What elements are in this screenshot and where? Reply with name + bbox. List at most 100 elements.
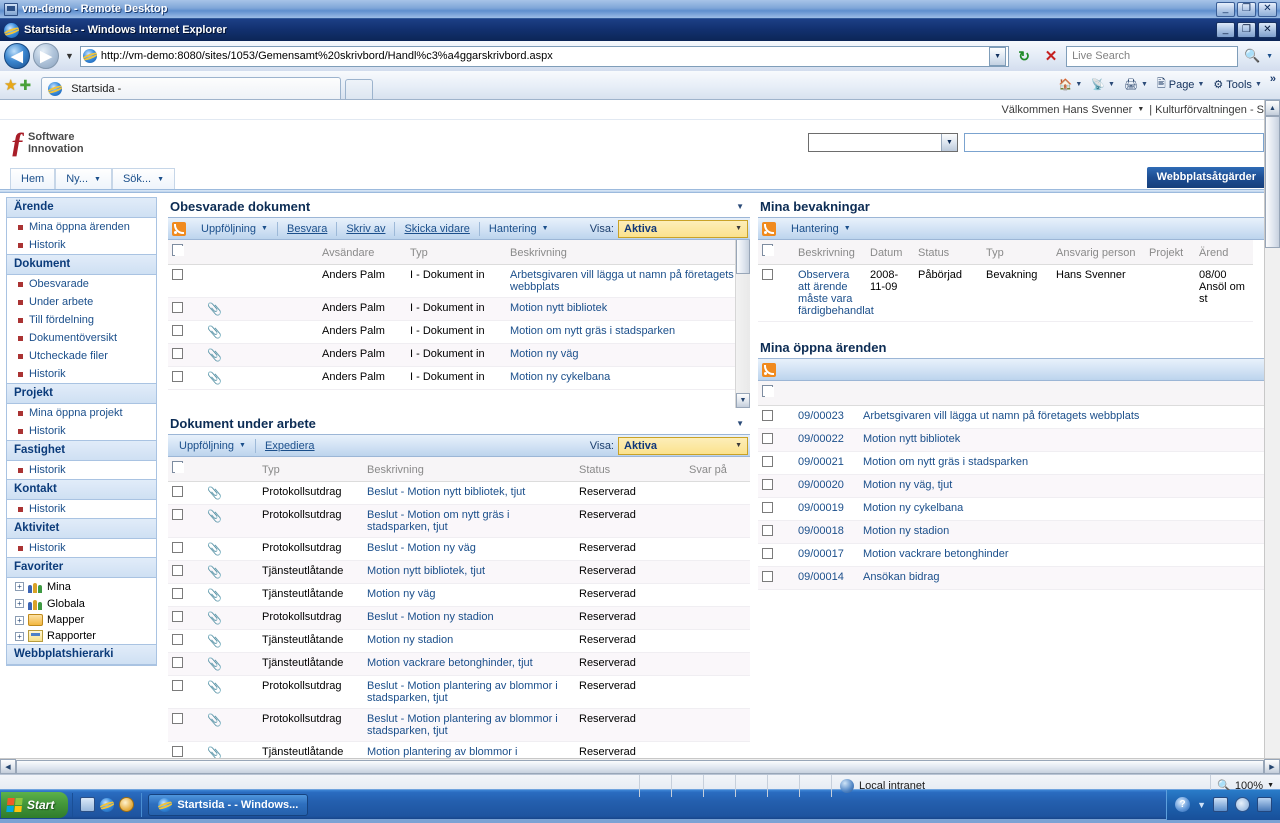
row-checkbox-cell[interactable] [168, 366, 203, 390]
chevron-down-icon[interactable]: ▼ [1075, 81, 1082, 88]
row-checkbox-cell[interactable] [758, 520, 794, 544]
favorites-star-icon[interactable]: ★ [4, 76, 17, 94]
sidebar-item-dokumentoversikt[interactable]: Dokumentöversikt [7, 329, 156, 347]
row-description-link[interactable]: Beslut - Motion om nytt gräs i stadspark… [367, 509, 509, 533]
rdp-restore-button[interactable]: ❐ [1237, 1, 1256, 17]
row-checkbox-cell[interactable] [168, 481, 203, 505]
table-row[interactable]: 📎 Anders Palm I - Dokument in Motion om … [168, 320, 743, 344]
row-description-link[interactable]: Motion ny väg, tjut [863, 479, 952, 491]
row-description-link[interactable]: Beslut - Motion ny väg [367, 542, 476, 554]
sidebar-item-label[interactable]: Till fördelning [29, 314, 94, 326]
rss-icon[interactable] [172, 221, 186, 236]
refresh-button[interactable]: ↻ [1012, 45, 1036, 67]
tools-menu-button[interactable]: ⚙ Tools ▼ [1209, 76, 1266, 93]
row-checkbox[interactable] [762, 456, 773, 467]
chevron-down-icon[interactable]: ▼ [239, 442, 246, 449]
search-icon[interactable]: 🔍 [1241, 45, 1263, 67]
nav-tab-ny[interactable]: Ny... ▼ [55, 168, 112, 189]
row-checkbox-cell[interactable] [168, 708, 203, 742]
add-favorite-icon[interactable]: ✚ [19, 77, 31, 94]
toolbar-hantering-menu[interactable]: Hantering ▼ [782, 219, 860, 239]
row-checkbox[interactable] [172, 542, 183, 553]
row-checkbox[interactable] [172, 634, 183, 645]
sidebar-item-mina-oppna-projekt[interactable]: Mina öppna projekt [7, 404, 156, 422]
row-checkbox[interactable] [172, 371, 183, 382]
row-checkbox[interactable] [762, 269, 773, 280]
row-checkbox-cell[interactable] [168, 741, 203, 758]
sidebar-item-label[interactable]: Utcheckade filer [29, 350, 108, 362]
chevron-down-icon[interactable]: ▼ [941, 134, 957, 151]
sidebar-item-mina-oppna-arenden[interactable]: Mina öppna ärenden [7, 218, 156, 236]
back-button[interactable]: ◀ [4, 43, 30, 69]
row-checkbox[interactable] [172, 588, 183, 599]
address-dropdown-icon[interactable]: ▼ [989, 46, 1007, 66]
welcome-user-label[interactable]: Välkommen Hans Svenner [1001, 104, 1132, 116]
table-row[interactable]: 📎 Protokollsutdrag Beslut - Motion planter… [168, 675, 750, 709]
expand-icon[interactable]: + [15, 582, 24, 591]
sidebar-item-dokument-historik[interactable]: Historik [7, 365, 156, 383]
row-description-link[interactable]: Motion ny väg [367, 588, 435, 600]
row-description-link[interactable]: Motion vackrare betonghinder, tjut [367, 657, 533, 669]
select-all-icon[interactable] [762, 385, 775, 397]
table-row[interactable]: 📎 Protokollsutdrag Beslut - Motion planter… [168, 708, 750, 742]
search-provider-caret-icon[interactable]: ▼ [1266, 53, 1276, 60]
row-checkbox[interactable] [762, 548, 773, 559]
taskbar-task-button[interactable]: Startsida - - Windows... [148, 793, 309, 816]
column-header-datum[interactable]: Datum [866, 240, 914, 265]
visa-select[interactable]: Aktiva ▼ [618, 436, 748, 455]
chevron-down-icon[interactable]: ▼ [94, 176, 101, 183]
row-case-id-link[interactable]: 09/00018 [798, 525, 844, 537]
row-checkbox[interactable] [762, 433, 773, 444]
table-row[interactable]: 09/00021 Motion om nytt gräs i stadsparke… [758, 451, 1280, 475]
row-description-link[interactable]: Observera att ärende måste vara färdigbe… [798, 269, 874, 317]
sidebar-item-label[interactable]: Historik [29, 464, 66, 476]
sidebar-item-utcheckade-filer[interactable]: Utcheckade filer [7, 347, 156, 365]
browser-close-button[interactable]: ✕ [1258, 22, 1277, 38]
row-checkbox[interactable] [172, 302, 183, 313]
row-description-link[interactable]: Motion ny stadion [863, 525, 949, 537]
row-case-id-link[interactable]: 09/00020 [798, 479, 844, 491]
row-description-link[interactable]: Beslut - Motion plantering av blommor i … [367, 680, 558, 704]
row-checkbox[interactable] [762, 410, 773, 421]
sidebar-item-label[interactable]: Historik [29, 503, 66, 515]
row-checkbox-cell[interactable] [758, 405, 794, 429]
column-header-status[interactable]: Status [914, 240, 982, 265]
toolbar-hantering-menu[interactable]: Hantering ▼ [480, 219, 558, 239]
table-row[interactable]: 📎 Anders Palm I - Dokument in Motion ny … [168, 343, 743, 367]
row-checkbox[interactable] [762, 502, 773, 513]
scroll-thumb[interactable] [1265, 116, 1280, 248]
row-checkbox[interactable] [172, 746, 183, 757]
toolbar-uppfoljning-menu[interactable]: Uppföljning ▼ [170, 436, 255, 456]
scope-select[interactable]: ▼ [808, 133, 958, 152]
select-all-icon[interactable] [762, 244, 775, 256]
toolbar-expediera-button[interactable]: Expediera [256, 436, 324, 456]
visa-select[interactable]: Aktiva ▼ [618, 219, 748, 238]
expand-icon[interactable]: + [15, 631, 24, 641]
feeds-button[interactable]: 📡 ▼ [1087, 76, 1119, 93]
scroll-thumb[interactable] [16, 759, 1264, 774]
column-header-ansvarig-person[interactable]: Ansvarig person [1052, 240, 1145, 265]
row-checkbox-cell[interactable] [758, 566, 794, 590]
chevron-down-icon[interactable]: ▼ [1108, 81, 1115, 88]
row-checkbox-cell[interactable] [168, 297, 203, 321]
chevron-down-icon[interactable]: ▼ [542, 225, 549, 232]
browser-restore-button[interactable]: ❐ [1237, 22, 1256, 38]
column-header-beskrivning[interactable]: Beskrivning [506, 240, 743, 265]
webpart-menu-icon[interactable]: ▼ [736, 419, 748, 428]
row-checkbox[interactable] [172, 657, 183, 668]
row-description-link[interactable]: Ansökan bidrag [863, 571, 939, 583]
scroll-left-button[interactable]: ◀ [0, 759, 16, 774]
row-checkbox-cell[interactable] [168, 264, 203, 298]
row-description-link[interactable]: Motion ny stadion [367, 634, 453, 646]
sidebar-item-favoriter-rapporter[interactable]: + Rapporter [7, 628, 156, 644]
table-row[interactable]: 📎 Protokollsutdrag Beslut - Motion ny väg R… [168, 537, 750, 561]
sidebar-item-label[interactable]: Obesvarade [29, 278, 89, 290]
sidebar-item-favoriter-globala[interactable]: + Globala [7, 595, 156, 612]
sidebar-item-label[interactable]: Mina öppna ärenden [29, 221, 130, 233]
nav-tab-hem[interactable]: Hem [10, 168, 56, 189]
row-checkbox[interactable] [172, 486, 183, 497]
row-description-link[interactable]: Motion vackrare betonghinder [863, 548, 1009, 560]
row-checkbox-cell[interactable] [758, 428, 794, 452]
select-all-icon[interactable] [172, 461, 185, 473]
chevron-down-icon[interactable]: ▼ [261, 225, 268, 232]
